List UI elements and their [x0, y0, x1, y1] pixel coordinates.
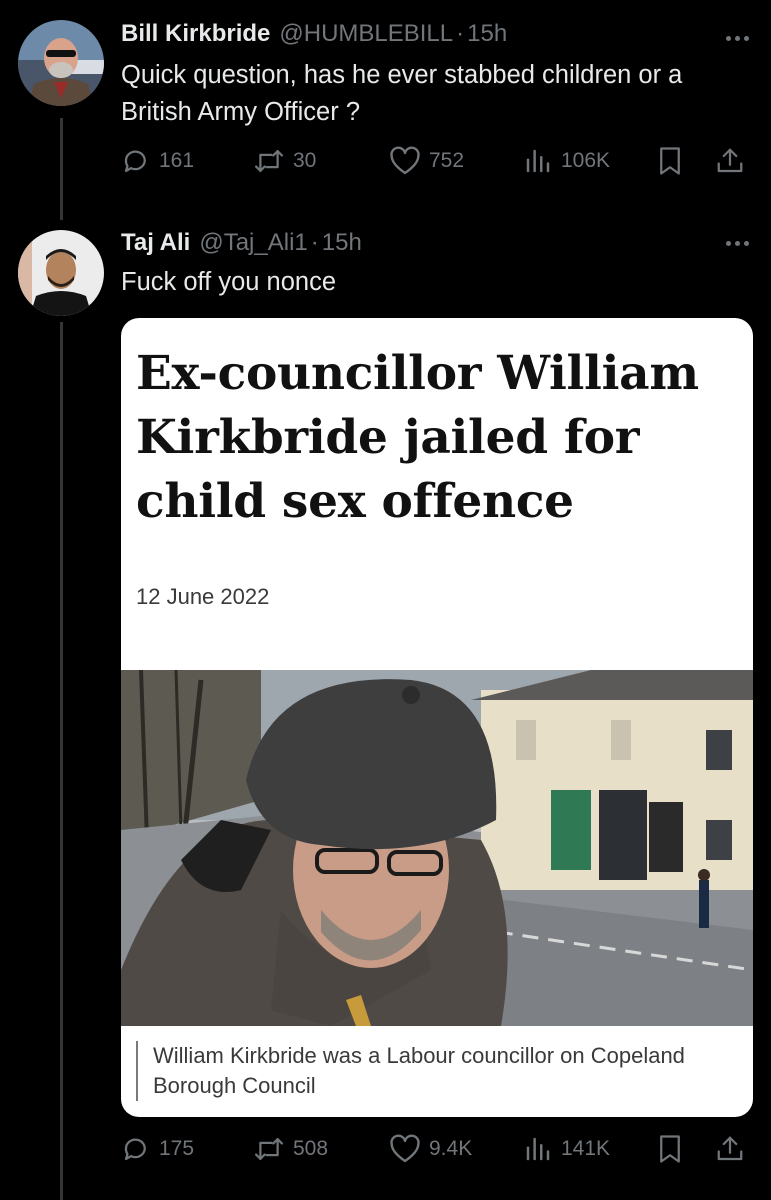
heart-icon	[389, 1134, 421, 1164]
user-handle[interactable]: @HUMBLEBILL	[279, 20, 453, 48]
article-photo	[121, 670, 753, 1026]
display-name[interactable]: Taj Ali	[121, 229, 190, 257]
views-button[interactable]: 106K	[523, 146, 610, 176]
view-count: 106K	[561, 149, 611, 172]
bookmark-button[interactable]	[656, 1134, 684, 1164]
timestamp[interactable]: 15h	[467, 20, 507, 48]
retweet-count: 508	[293, 1137, 329, 1160]
share-icon	[715, 146, 745, 176]
share-button[interactable]	[715, 1134, 745, 1164]
like-button[interactable]: 9.4K	[389, 1134, 472, 1164]
like-count: 752	[429, 149, 465, 172]
tweet-actions: 175 508 9.4K 141K	[121, 1134, 749, 1168]
retweet-count: 30	[293, 149, 317, 172]
tweet-actions: 161 30 752 106K	[121, 146, 749, 180]
reply-button[interactable]: 175	[121, 1134, 194, 1164]
bookmark-icon	[656, 1134, 684, 1164]
avatar[interactable]	[18, 230, 104, 316]
more-dots-icon[interactable]	[726, 36, 749, 41]
views-chart-icon	[523, 1134, 553, 1164]
thread-connector-line	[60, 322, 63, 1200]
display-name[interactable]: Bill Kirkbride	[121, 20, 270, 48]
reply-icon	[121, 1134, 151, 1164]
photo-caption: William Kirkbride was a Labour councillo…	[136, 1041, 736, 1101]
tweet-header: Taj Ali @Taj_Ali1 · 15h	[121, 229, 362, 257]
separator-dot: ·	[456, 20, 465, 47]
view-count: 141K	[561, 1137, 611, 1160]
user-handle[interactable]: @Taj_Ali1	[199, 229, 307, 257]
retweet-button[interactable]: 508	[253, 1134, 328, 1164]
tweet-text: Fuck off you nonce	[121, 268, 336, 296]
attached-image-card[interactable]: Ex-councillor William Kirkbride jailed f…	[121, 318, 753, 1117]
bookmark-button[interactable]	[656, 146, 684, 176]
like-button[interactable]: 752	[389, 146, 464, 176]
separator-dot: ·	[310, 229, 319, 256]
avatar[interactable]	[18, 20, 104, 106]
share-icon	[715, 1134, 745, 1164]
bookmark-icon	[656, 146, 684, 176]
retweet-icon	[253, 146, 285, 176]
tweet-text: Quick question, has he ever stabbed chil…	[121, 61, 683, 126]
more-dots-icon[interactable]	[726, 241, 749, 246]
heart-icon	[389, 146, 421, 176]
article-headline: Ex-councillor William Kirkbride jailed f…	[136, 346, 699, 529]
views-button[interactable]: 141K	[523, 1134, 610, 1164]
views-chart-icon	[523, 146, 553, 176]
share-button[interactable]	[715, 146, 745, 176]
timestamp[interactable]: 15h	[322, 229, 362, 257]
thread-connector-line	[60, 118, 63, 220]
reply-button[interactable]: 161	[121, 146, 194, 176]
tweet-header: Bill Kirkbride @HUMBLEBILL · 15h	[121, 20, 507, 48]
reply-count: 175	[159, 1137, 195, 1160]
article-date: 12 June 2022	[136, 584, 270, 609]
retweet-button[interactable]: 30	[253, 146, 316, 176]
like-count: 9.4K	[429, 1137, 473, 1160]
reply-icon	[121, 146, 151, 176]
retweet-icon	[253, 1134, 285, 1164]
reply-count: 161	[159, 149, 195, 172]
